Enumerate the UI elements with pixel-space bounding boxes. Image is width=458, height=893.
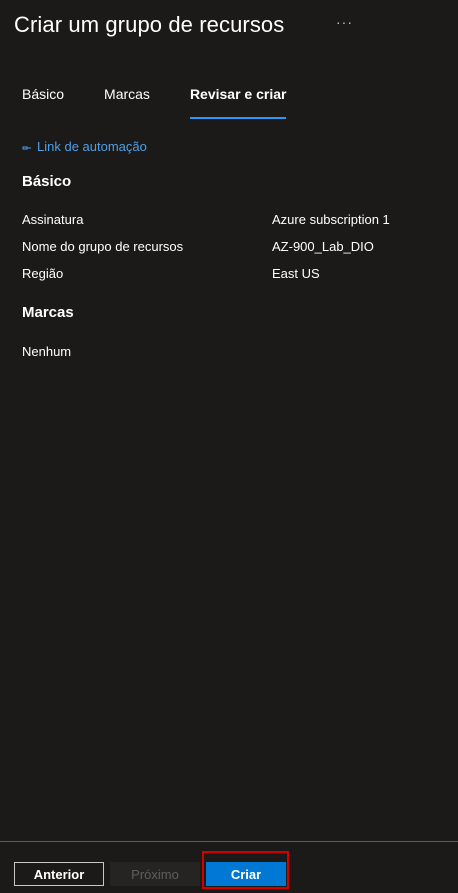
marcas-empty-text: Nenhum	[22, 344, 72, 359]
label-assinatura: Assinatura	[22, 212, 84, 227]
criar-button[interactable]: Criar	[206, 862, 286, 886]
tab-bar: Básico Marcas Revisar e criar	[22, 86, 326, 119]
section-heading-marcas: Marcas	[22, 304, 74, 321]
proximo-button[interactable]: Próximo	[110, 862, 200, 886]
value-assinatura: Azure subscription 1	[272, 212, 390, 227]
value-regiao: East US	[272, 266, 320, 281]
value-nome-grupo: AZ-900_Lab_DIO	[272, 239, 374, 254]
anterior-button[interactable]: Anterior	[14, 862, 104, 886]
tab-basico[interactable]: Básico	[22, 86, 64, 114]
tab-revisar-e-criar[interactable]: Revisar e criar	[189, 86, 286, 119]
more-options-icon[interactable]: ···	[336, 14, 353, 30]
tab-marcas[interactable]: Marcas	[104, 86, 150, 114]
footer-divider	[0, 841, 458, 842]
label-regiao: Região	[22, 266, 64, 281]
automation-link-label: Link de automação	[37, 139, 147, 154]
automation-link[interactable]: Link de automação	[22, 139, 147, 154]
automation-link-icon	[22, 142, 36, 152]
label-nome-grupo: Nome do grupo de recursos	[22, 239, 184, 254]
page-title: Criar um grupo de recursos	[14, 12, 285, 37]
section-heading-basico: Básico	[22, 173, 72, 190]
create-resource-group-blade: Criar um grupo de recursos ··· Básico Ma…	[0, 0, 458, 893]
